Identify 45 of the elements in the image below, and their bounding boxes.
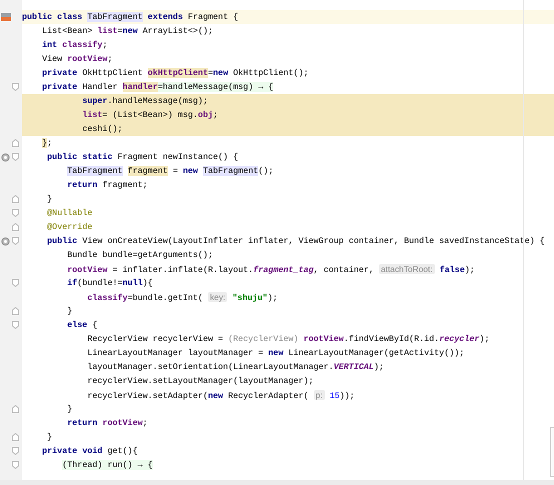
fold-icon[interactable] [12, 195, 19, 203]
fold-icon[interactable] [12, 153, 19, 161]
code-line: return rootView; [66, 417, 149, 430]
code-line: @Override [46, 221, 94, 234]
code-line: return fragment; [66, 179, 149, 192]
code-line: }; [41, 137, 54, 150]
code-line: if(bundle!=null){ [66, 277, 154, 290]
fold-icon[interactable] [12, 223, 19, 231]
code-line: int classify; [41, 39, 108, 52]
fold-icon[interactable] [12, 447, 19, 455]
code-line: recyclerView.setAdapter(new RecyclerAdapter( p: 15)); [86, 389, 356, 402]
code-line: public static Fragment newInstance() { [46, 151, 240, 164]
code-line: @Nullable [46, 207, 94, 220]
fold-icon[interactable] [12, 237, 19, 245]
fold-icon[interactable] [12, 433, 19, 441]
code-line: TabFragment fragment = new TabFragment(); [66, 165, 274, 178]
code-line: } [46, 431, 54, 444]
code-line: List<Bean> list=new ArrayList<>(); [41, 25, 214, 38]
fold-icon[interactable] [12, 461, 19, 469]
code-line: public View onCreateView(LayoutInflater inflater, ViewGroup container, Bundle savedInstanceState) { [46, 235, 546, 248]
fold-icon[interactable] [12, 209, 19, 217]
code-line: private Handler handler=handleMessage(msg) → { [41, 81, 274, 94]
fold-icon[interactable] [12, 321, 19, 329]
code-line: View rootView; [41, 53, 114, 66]
code-line: } [66, 403, 74, 416]
code-line: layoutManager.setOrientation(LinearLayoutManager.VERTICAL); [86, 361, 385, 374]
code-line: RecyclerView recyclerView = (RecyclerView) rootView.findViewById(R.id.recycler); [86, 333, 490, 346]
scrollbar-thumb[interactable] [550, 427, 554, 477]
code-line: LinearLayoutManager layoutManager = new LinearLayoutManager(getActivity()); [86, 347, 466, 360]
code-line: rootView = inflater.inflate(R.layout.fragment_tag, container, attachToRoot: false); [66, 263, 476, 276]
fold-icon[interactable] [12, 83, 19, 91]
code-line: recyclerView.setLayoutManager(layoutManager); [86, 375, 315, 388]
fold-icon[interactable] [12, 279, 19, 287]
code-line: } [66, 305, 74, 318]
code-line: private void get(){ [41, 445, 139, 458]
fold-icon[interactable] [12, 307, 19, 315]
fold-icon[interactable] [12, 405, 19, 413]
fold-icon[interactable] [12, 139, 19, 147]
code-line: classify=bundle.getInt( key: "shuju"); [86, 291, 279, 304]
code-line: } [46, 193, 54, 206]
code-line: else { [66, 319, 98, 332]
code-line: Bundle bundle=getArguments(); [66, 249, 214, 262]
override-icon[interactable] [1, 152, 10, 162]
code-line: private OkHttpClient okHttpClient=new OkHttpClient(); [41, 67, 310, 80]
override-icon[interactable] [1, 236, 10, 246]
